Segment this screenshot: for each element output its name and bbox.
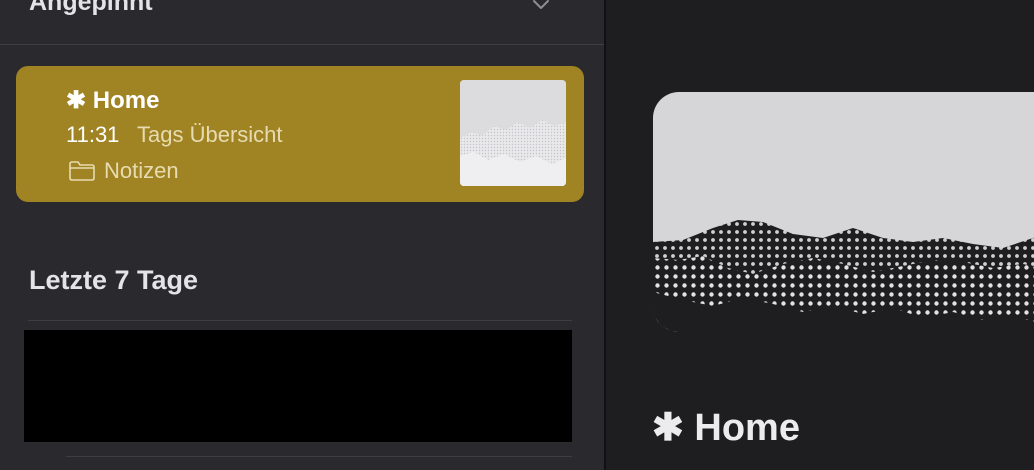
note-editor[interactable]: ✱ Home <box>606 0 1034 470</box>
note-thumbnail <box>460 80 566 186</box>
recent-section-header: Letzte 7 Tage <box>29 265 199 295</box>
note-folder: Notizen <box>104 158 179 183</box>
list-divider <box>66 456 572 457</box>
pinned-note-home[interactable]: ✱ Home 11:31 Tags Übersicht Notizen <box>16 66 584 202</box>
pinned-section-header: Angepinnt <box>29 0 153 16</box>
notes-list-sidebar: Angepinnt ✱ Home 11:31 Tags Übersicht No… <box>0 0 604 470</box>
note-preview: Tags Übersicht <box>137 122 283 147</box>
folder-icon <box>69 161 95 181</box>
note-header-image <box>653 92 1034 332</box>
note-time: 11:31 <box>66 122 120 147</box>
section-divider <box>0 44 604 45</box>
note-title-heading[interactable]: ✱ Home <box>652 405 800 450</box>
redacted-note-list <box>24 330 572 442</box>
note-title: ✱ Home <box>66 87 160 114</box>
section-divider <box>28 320 572 321</box>
chevron-down-icon[interactable] <box>530 0 552 16</box>
